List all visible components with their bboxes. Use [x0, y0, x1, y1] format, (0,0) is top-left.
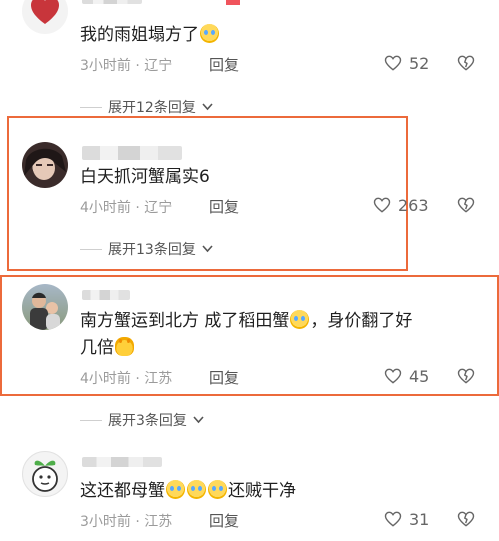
- avatar[interactable]: [22, 284, 68, 330]
- like-count: 31: [409, 509, 430, 529]
- comment-meta: 3小时前 · 江苏: [80, 514, 173, 530]
- username-blurred: [82, 290, 130, 300]
- comment-meta: 3小时前 · 辽宁: [80, 58, 173, 74]
- like-count: 45: [409, 366, 430, 386]
- chevron-down-icon: [202, 245, 213, 253]
- divider: [80, 419, 102, 421]
- avatar[interactable]: [22, 142, 68, 188]
- heart-outline-icon: [384, 368, 402, 384]
- broken-heart-icon[interactable]: [456, 53, 476, 73]
- like-button[interactable]: 52: [383, 53, 429, 73]
- comment-text: 南方蟹运到北方 成了稻田蟹 ，身价翻了好 几倍: [80, 310, 413, 358]
- comment-meta: 4小时前 · 辽宁: [80, 200, 173, 216]
- expand-replies-button[interactable]: 展开3条回复: [80, 410, 204, 430]
- reply-button[interactable]: 回复: [209, 54, 239, 75]
- clapping-hands-icon: [115, 337, 134, 356]
- like-button[interactable]: 263: [372, 195, 429, 215]
- like-count: 52: [409, 53, 430, 73]
- user-badge: [226, 0, 240, 5]
- expand-replies-button[interactable]: 展开12条回复: [80, 97, 213, 117]
- like-button[interactable]: 31: [383, 509, 429, 529]
- comment-text: 我的雨姐塌方了: [80, 22, 220, 49]
- divider: [80, 106, 102, 108]
- broken-heart-icon[interactable]: [456, 509, 476, 529]
- expand-replies-button[interactable]: 展开13条回复: [80, 239, 213, 259]
- like-count: 263: [398, 195, 429, 215]
- chevron-down-icon: [193, 416, 204, 424]
- heart-avatar-icon: [31, 0, 59, 24]
- sprout-face-icon: [32, 460, 58, 492]
- heart-outline-icon: [384, 55, 402, 71]
- heart-outline-icon: [384, 511, 402, 527]
- comment-meta: 4小时前 · 江苏: [80, 371, 173, 387]
- username-blurred: [82, 0, 142, 4]
- comment-text: 白天抓河蟹属实6: [80, 167, 210, 187]
- broken-heart-icon[interactable]: [456, 366, 476, 386]
- laughing-crying-face-icon: [290, 310, 310, 329]
- laughing-crying-face-icon: [187, 480, 206, 499]
- chevron-down-icon: [202, 103, 213, 111]
- reply-button[interactable]: 回复: [209, 367, 239, 388]
- avatar[interactable]: [22, 451, 68, 497]
- avatar[interactable]: [22, 0, 68, 34]
- comment-text: 这还都母蟹 还贼干净: [80, 480, 296, 501]
- crying-face-icon: [200, 24, 219, 43]
- portrait-icon: [24, 148, 66, 180]
- heart-outline-icon: [373, 197, 391, 213]
- username-blurred: [82, 457, 162, 467]
- username-blurred: [82, 146, 182, 160]
- family-photo-icon: [30, 292, 60, 330]
- like-button[interactable]: 45: [383, 366, 429, 386]
- divider: [80, 248, 102, 250]
- laughing-crying-face-icon: [208, 480, 227, 499]
- reply-button[interactable]: 回复: [209, 510, 239, 531]
- laughing-crying-face-icon: [166, 480, 185, 499]
- reply-button[interactable]: 回复: [209, 196, 239, 217]
- broken-heart-icon[interactable]: [456, 195, 476, 215]
